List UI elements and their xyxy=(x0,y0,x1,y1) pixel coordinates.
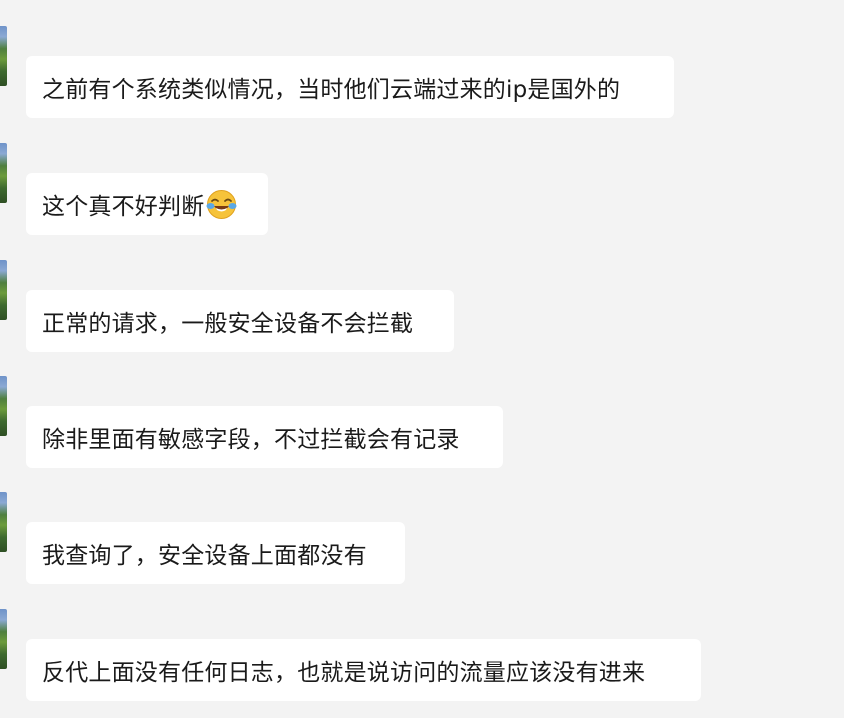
message-bubble[interactable]: 反代上面没有任何日志，也就是说访问的流量应该没有进来 xyxy=(26,639,701,701)
chat-message: 这个真不好判断 xyxy=(0,143,844,237)
chat-message: 正常的请求，一般安全设备不会拦截 xyxy=(0,260,844,354)
message-bubble[interactable]: 这个真不好判断 xyxy=(26,173,268,235)
avatar[interactable] xyxy=(0,143,7,203)
message-text: 除非里面有敏感字段，不过拦截会有记录 xyxy=(42,427,460,453)
face-with-tears-of-joy-icon xyxy=(206,189,237,220)
avatar[interactable] xyxy=(0,492,7,552)
message-text: 这个真不好判断 xyxy=(42,194,205,220)
message-text: 之前有个系统类似情况，当时他们云端过来的ip是国外的 xyxy=(42,77,621,103)
chat-message: 我查询了，安全设备上面都没有 xyxy=(0,492,844,586)
chat-message-list: 之前有个系统类似情况，当时他们云端过来的ip是国外的 这个真不好判断 正常的请求… xyxy=(0,0,844,718)
avatar[interactable] xyxy=(0,376,7,436)
avatar[interactable] xyxy=(0,260,7,320)
message-text: 反代上面没有任何日志，也就是说访问的流量应该没有进来 xyxy=(42,660,646,686)
message-text: 我查询了，安全设备上面都没有 xyxy=(42,543,367,569)
chat-message: 反代上面没有任何日志，也就是说访问的流量应该没有进来 xyxy=(0,609,844,703)
message-bubble[interactable]: 之前有个系统类似情况，当时他们云端过来的ip是国外的 xyxy=(26,56,674,118)
avatar[interactable] xyxy=(0,26,7,86)
message-text: 正常的请求，一般安全设备不会拦截 xyxy=(42,311,414,337)
message-bubble[interactable]: 我查询了，安全设备上面都没有 xyxy=(26,522,405,584)
chat-message: 之前有个系统类似情况，当时他们云端过来的ip是国外的 xyxy=(0,26,844,120)
message-bubble[interactable]: 正常的请求，一般安全设备不会拦截 xyxy=(26,290,454,352)
chat-message: 除非里面有敏感字段，不过拦截会有记录 xyxy=(0,376,844,470)
avatar[interactable] xyxy=(0,609,7,669)
message-bubble[interactable]: 除非里面有敏感字段，不过拦截会有记录 xyxy=(26,406,503,468)
